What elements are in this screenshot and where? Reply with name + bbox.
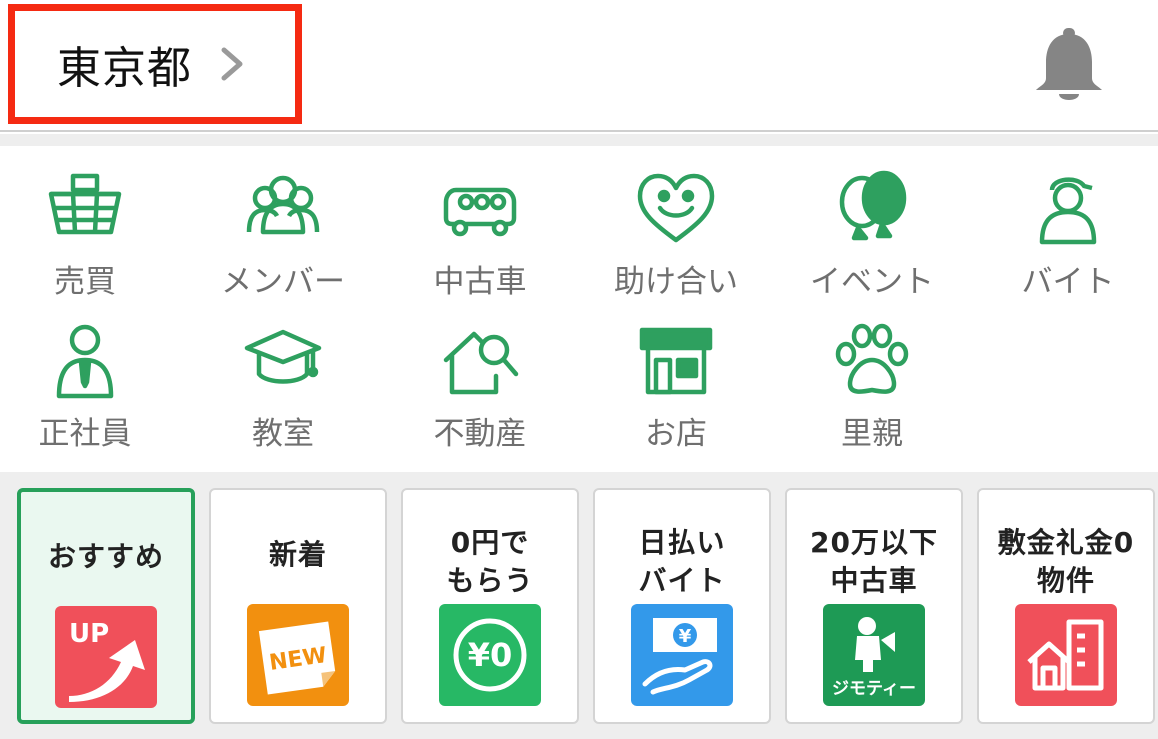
- yen-hand-icon: ¥: [631, 604, 733, 706]
- card-label: 日払い バイト: [638, 526, 726, 597]
- category-full-time[interactable]: 正社員: [0, 320, 180, 460]
- graduation-cap-icon: [244, 329, 322, 384]
- location-label: 東京都: [57, 43, 192, 94]
- building-icon: [1015, 604, 1117, 706]
- category-label: バイト: [1021, 264, 1115, 300]
- category-label: 売買: [54, 264, 116, 300]
- category-used-car[interactable]: 中古車: [385, 168, 575, 308]
- jmty-logo-icon: ジモティー: [823, 604, 925, 706]
- card-recommended[interactable]: おすすめ UP: [17, 488, 195, 724]
- category-buy-sell[interactable]: 売買: [0, 168, 180, 308]
- category-shop[interactable]: お店: [581, 320, 771, 460]
- balloons-icon: [839, 170, 907, 241]
- card-label: おすすめ: [47, 540, 164, 573]
- category-label: メンバー: [221, 264, 345, 300]
- new-sticker-icon: NEW: [247, 604, 349, 706]
- businessman-icon: [56, 324, 114, 399]
- category-classroom[interactable]: 教室: [188, 320, 378, 460]
- category-label: 中古車: [433, 264, 527, 300]
- card-new[interactable]: 新着 NEW: [209, 488, 387, 724]
- category-members[interactable]: メンバー: [188, 168, 378, 308]
- location-selector-button[interactable]: 東京都: [8, 4, 302, 124]
- category-part-time[interactable]: バイト: [973, 168, 1158, 308]
- card-daily-pay[interactable]: 日払い バイト ¥: [593, 488, 771, 724]
- category-label: 不動産: [433, 416, 527, 452]
- card-cheap-car[interactable]: 20万以下 中古車 ジモティー: [785, 488, 963, 724]
- category-grid: 売買 メンバー 中古車 助け合い イベント バイト 正社員 教室 不動産 お店 …: [0, 146, 1158, 472]
- basket-icon: [48, 173, 122, 235]
- category-pet-adoption[interactable]: 里親: [777, 320, 967, 460]
- paw-icon: [835, 323, 909, 394]
- car-icon: [443, 187, 517, 237]
- category-mutual-help[interactable]: 助け合い: [581, 168, 771, 308]
- category-label: イベント: [810, 264, 934, 300]
- up-arrow-icon: UP: [55, 606, 157, 708]
- storefront-icon: [639, 327, 713, 395]
- card-label: 新着: [268, 538, 327, 571]
- card-no-deposit[interactable]: 敷金礼金0 物件: [977, 488, 1155, 724]
- badge-text: ジモティー: [832, 679, 916, 699]
- category-label: 正社員: [38, 416, 132, 452]
- category-label: 助け合い: [614, 264, 738, 300]
- heart-smile-icon: [637, 173, 715, 243]
- badge-text: UP: [69, 619, 109, 649]
- card-label: 敷金礼金0 物件: [997, 526, 1135, 597]
- category-label: お店: [645, 416, 707, 452]
- worker-cap-icon: [1039, 177, 1097, 245]
- badge-text: ¥: [679, 626, 692, 647]
- section-divider: [0, 134, 1158, 146]
- feature-card-row: おすすめ UP 新着 NEW 0円で もらう ¥0 日払い バイト ¥ 20万以…: [0, 472, 1158, 739]
- chevron-right-icon: [221, 47, 243, 81]
- category-event[interactable]: イベント: [777, 168, 967, 308]
- card-free[interactable]: 0円で もらう ¥0: [401, 488, 579, 724]
- category-label: 里親: [841, 416, 903, 452]
- card-label: 0円で もらう: [446, 526, 534, 597]
- header-bar: 東京都: [0, 0, 1158, 132]
- category-real-estate[interactable]: 不動産: [385, 320, 575, 460]
- house-search-icon: [443, 331, 519, 395]
- people-icon: [246, 175, 320, 235]
- badge-text: ¥0: [468, 636, 513, 674]
- bell-icon[interactable]: [1032, 26, 1106, 104]
- category-label: 教室: [252, 416, 314, 452]
- yen-zero-icon: ¥0: [439, 604, 541, 706]
- card-label: 20万以下 中古車: [810, 526, 938, 597]
